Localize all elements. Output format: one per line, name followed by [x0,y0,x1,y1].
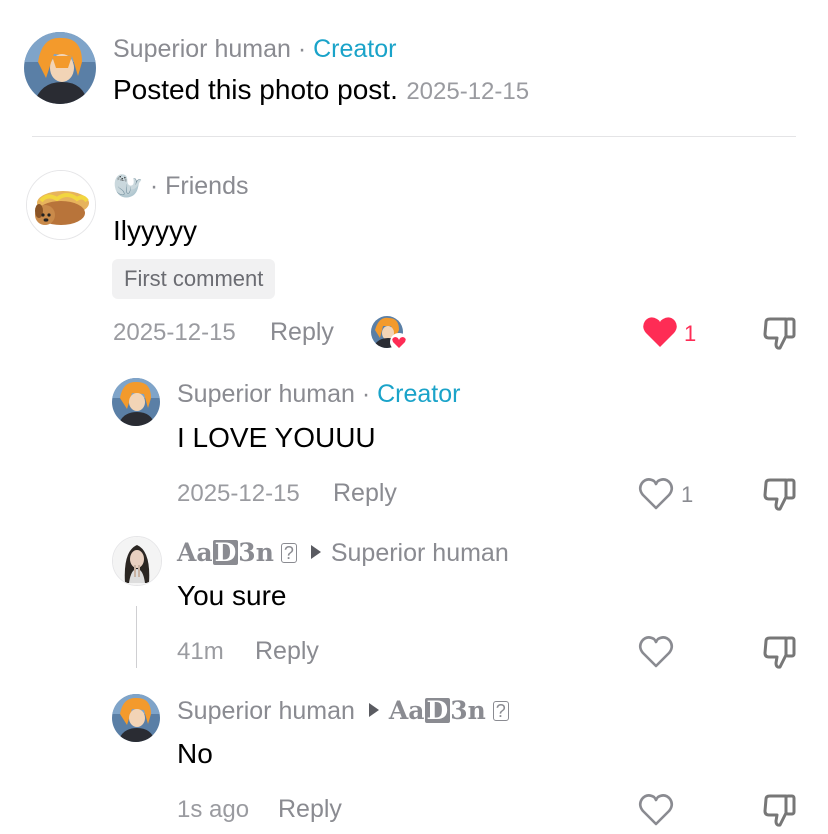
author-name-part: D [212,538,239,567]
unknown-glyph-box: ? [280,543,297,563]
dislike-icon[interactable] [762,793,798,834]
heart-icon[interactable] [638,635,674,674]
reply-button[interactable]: Reply [270,320,334,345]
separator: · [354,380,378,408]
heart-outline-icon [638,636,674,668]
thumbs-down-icon [763,317,796,350]
friends-label: Friends [165,172,249,200]
seal-emoji[interactable]: 🦭 [113,173,143,200]
thumbs-down-icon [763,478,796,511]
reply-avatar[interactable] [112,694,160,742]
reply-author-name[interactable]: Superior human [177,380,355,408]
reply-to-arrow-icon [368,703,379,717]
reply-time: 41m [177,638,224,665]
reply-author-line: AaD3n ? Superior human [177,540,509,566]
avatar-image [113,537,161,585]
dislike-icon[interactable] [762,316,798,357]
reply-to-arrow-icon [310,545,321,559]
reply-text: You sure [177,580,287,611]
reply-button[interactable]: Reply [278,797,342,822]
post-author-line: Superior human · Creator [113,37,396,62]
creator-liked-icon [371,316,408,351]
reply-text: No [177,738,213,769]
reply-to-name[interactable]: Superior human [331,539,509,567]
reply-author-line: Superior human AaD3n ? [177,698,509,724]
reply-author-line: Superior human · Creator [177,382,460,407]
reply-button[interactable]: Reply [333,481,397,506]
like-count: 1 [684,321,697,346]
commenter-avatar[interactable] [26,170,96,240]
post-date: 2025-12-15 [406,78,530,105]
heart-outline-icon [638,478,674,510]
reply-author-name[interactable]: AaD3n [177,538,274,567]
hotdog-dog-avatar [27,171,95,239]
author-name-part: Aa [177,538,213,567]
dislike-icon[interactable] [762,477,798,518]
author-name-part: Aa [388,696,425,725]
creator-liked-avatar [371,316,408,351]
creator-label: Creator [313,35,397,63]
heart-icon[interactable] [638,477,674,516]
reply-button[interactable]: Reply [255,639,319,664]
post-text: Posted this photo post. [113,74,398,105]
thumbs-down-icon [763,794,796,827]
separator: · [290,35,314,63]
author-name-part: 3n [238,538,274,567]
reply-time: 2025-12-15 [177,480,300,507]
divider [32,136,796,137]
post-author-name[interactable]: Superior human [113,35,291,63]
heart-outline-icon [638,794,674,826]
reply-text: I LOVE YOUUU [177,422,376,453]
reply-time: 1s ago [177,796,250,823]
thread-line [136,606,137,668]
reply-to-name[interactable]: AaD3n [389,696,486,725]
thumbs-down-icon [763,636,796,669]
like-count: 1 [681,482,694,507]
author-name-part: 3n [450,696,486,725]
heart-icon[interactable] [638,793,674,832]
post-caption: Posted this photo post. 2025-12-15 [113,76,529,104]
avatar-image [112,378,160,426]
dislike-icon[interactable] [762,635,798,676]
comment-author-line: 🦭 · Friends [113,174,248,199]
heart-filled-icon [643,317,677,347]
creator-label: Creator [377,380,461,408]
author-avatar[interactable] [24,32,96,104]
reply-avatar[interactable] [112,536,162,586]
reply-author-name[interactable]: Superior human [177,697,355,725]
heart-icon[interactable] [642,316,678,353]
unknown-glyph-box: ? [492,701,509,721]
comment-date: 2025-12-15 [113,319,236,346]
comment-text: Ilyyyyy [113,215,197,246]
reply-avatar[interactable] [112,378,160,426]
avatar-image [112,694,160,742]
author-name-part: D [424,696,451,725]
separator: · [142,172,166,200]
first-comment-badge: First comment [112,259,276,299]
avatar-image [24,32,96,104]
